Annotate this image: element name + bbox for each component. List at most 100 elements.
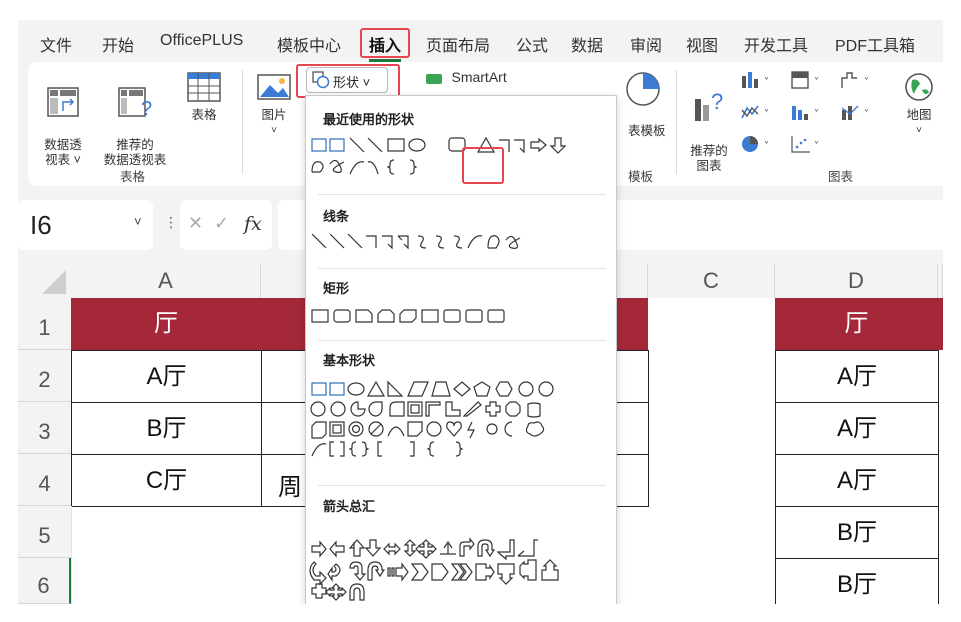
bar-chart-button[interactable]: ˅ bbox=[790, 102, 824, 127]
tab-template-center[interactable]: 模板中心 bbox=[277, 32, 341, 56]
hierarchy-chart-button[interactable]: ˅ bbox=[790, 70, 824, 95]
cell-d2[interactable]: A厅 bbox=[775, 350, 939, 403]
elbow-double-arrow-icon bbox=[397, 235, 409, 250]
column-header-c[interactable]: C bbox=[648, 264, 775, 298]
recommended-pivot-label: 推荐的 数据透视表 bbox=[103, 138, 167, 167]
down-arrow-icon bbox=[549, 137, 567, 154]
chevron-down-icon: ˅ bbox=[271, 125, 277, 136]
group-label-charts: 图表 bbox=[828, 170, 854, 184]
svg-text:˅: ˅ bbox=[864, 108, 869, 120]
pie-chart-button[interactable]: ˅ bbox=[740, 134, 774, 159]
ribbon-separator bbox=[676, 70, 677, 174]
row-header-1[interactable]: 1 bbox=[18, 298, 71, 350]
line-icon bbox=[311, 233, 327, 249]
insert-function-icon[interactable]: fx bbox=[244, 213, 262, 235]
tab-home[interactable]: 开始 bbox=[102, 32, 134, 56]
recommended-charts-button[interactable]: ? 推荐的 图表 bbox=[684, 70, 734, 174]
column-header-e[interactable] bbox=[938, 264, 943, 298]
map-button[interactable]: 地图 ˅ bbox=[894, 70, 943, 138]
shapes-dropdown-menu: 最近使用的形状 线条 矩形 基本形状 箭头总汇 bbox=[305, 95, 617, 604]
cell-d1[interactable]: 厅 bbox=[775, 298, 943, 350]
select-all-corner[interactable] bbox=[18, 264, 71, 298]
pie-template-icon bbox=[626, 72, 660, 106]
vertical-text-box-icon bbox=[329, 138, 345, 152]
freeform-icon bbox=[311, 161, 324, 173]
chart-template-label: 表模板 bbox=[628, 124, 666, 138]
row-header-3[interactable]: 3 bbox=[18, 402, 71, 454]
cell-d4[interactable]: A厅 bbox=[775, 454, 939, 507]
line-icon bbox=[349, 137, 365, 153]
formula-bar-grip-icon[interactable]: ⋮ bbox=[164, 214, 178, 231]
cell-a1[interactable]: 厅 bbox=[71, 298, 261, 350]
excel-window: 文件 开始 OfficePLUS 模板中心 插入 页面布局 公式 数据 审阅 视… bbox=[18, 20, 943, 604]
cell-b4-text: 周 bbox=[278, 474, 302, 501]
svg-text:˅: ˅ bbox=[764, 140, 769, 152]
tab-officeplus[interactable]: OfficePLUS bbox=[160, 32, 243, 50]
tab-page-layout[interactable]: 页面布局 bbox=[426, 32, 490, 56]
arrow-line-icon bbox=[367, 137, 383, 153]
pie-chart-icon: ˅ bbox=[742, 136, 769, 152]
smartart-button[interactable]: SmartArt bbox=[426, 70, 536, 86]
curved-double-arrow-icon bbox=[453, 235, 463, 249]
scribble-icon bbox=[505, 235, 521, 249]
snip-diagonal-rectangle-icon bbox=[399, 309, 417, 323]
scatter-chart-button[interactable]: ˅ bbox=[790, 134, 824, 159]
cell-a4[interactable]: C厅 bbox=[71, 454, 262, 507]
tab-data[interactable]: 数据 bbox=[571, 32, 603, 56]
pivot-table-label: 数据透 视表 ˅ bbox=[44, 138, 82, 167]
cell-a2[interactable]: A厅 bbox=[71, 350, 262, 403]
tab-review[interactable]: 审阅 bbox=[630, 32, 662, 56]
column-header-d[interactable]: D bbox=[775, 264, 938, 298]
enter-icon[interactable]: ✓ bbox=[214, 213, 229, 234]
svg-text:˅: ˅ bbox=[814, 140, 819, 152]
picture-icon bbox=[257, 74, 291, 100]
cell-d3[interactable]: A厅 bbox=[775, 402, 939, 455]
combo-chart-button[interactable]: ˅ bbox=[840, 102, 874, 127]
row-header-5[interactable]: 5 bbox=[18, 506, 71, 558]
elbow-arrow-icon bbox=[382, 235, 393, 250]
svg-text:?: ? bbox=[711, 89, 723, 114]
gridline bbox=[71, 506, 72, 604]
pivot-table-button[interactable]: 数据透 视表 ˅ bbox=[38, 70, 88, 168]
select-all-triangle-icon bbox=[42, 270, 66, 294]
line-chart-button[interactable]: ˅ bbox=[740, 102, 774, 127]
ribbon-separator bbox=[242, 70, 243, 174]
pictures-button[interactable]: 图片 ˅ bbox=[254, 70, 294, 138]
tab-pdf-tools[interactable]: PDF工具箱 bbox=[835, 32, 915, 56]
table-button[interactable]: 表格 bbox=[182, 70, 226, 123]
recommended-charts-label: 推荐的 图表 bbox=[690, 144, 728, 173]
globe-map-icon bbox=[905, 73, 933, 101]
tab-view[interactable]: 视图 bbox=[686, 32, 718, 56]
row-header-6[interactable]: 6 bbox=[18, 558, 71, 604]
recommended-pivot-button[interactable]: ? 推荐的 数据透视表 bbox=[98, 70, 172, 168]
cell-d6[interactable]: B厅 bbox=[775, 558, 939, 604]
name-box[interactable]: I6 ˅ bbox=[18, 200, 153, 250]
round-diagonal-rectangle-icon bbox=[487, 309, 505, 323]
curve-icon bbox=[467, 235, 483, 249]
table-label: 表格 bbox=[191, 108, 217, 122]
oval-icon bbox=[408, 138, 426, 152]
arc-icon bbox=[349, 161, 365, 175]
row-header-2[interactable]: 2 bbox=[18, 350, 71, 402]
cell-d5[interactable]: B厅 bbox=[775, 506, 939, 559]
tab-developer[interactable]: 开发工具 bbox=[744, 32, 808, 56]
chevron-down-icon[interactable]: ˅ bbox=[134, 214, 142, 229]
bar-chart-icon: ˅ bbox=[792, 106, 819, 120]
chart-template-button[interactable]: 表模板 bbox=[608, 70, 678, 138]
text-box-icon bbox=[311, 138, 327, 152]
scribble-icon bbox=[329, 159, 345, 173]
cell-a3[interactable]: B厅 bbox=[71, 402, 262, 455]
cancel-icon[interactable]: ✕ bbox=[188, 213, 203, 234]
tab-file[interactable]: 文件 bbox=[40, 32, 72, 56]
menu-tab-bar: 文件 开始 OfficePLUS 模板中心 插入 页面布局 公式 数据 审阅 视… bbox=[18, 20, 943, 62]
tab-formulas[interactable]: 公式 bbox=[516, 32, 548, 56]
row-header-4[interactable]: 4 bbox=[18, 454, 71, 506]
waterfall-chart-button[interactable]: ˅ bbox=[840, 70, 874, 95]
column-header-a[interactable]: A bbox=[71, 264, 261, 298]
elbow-connector-icon bbox=[366, 235, 377, 248]
group-label-template: 模板 bbox=[628, 170, 654, 184]
name-box-value: I6 bbox=[30, 210, 52, 240]
snip-round-rectangle-icon bbox=[421, 309, 439, 323]
arrow-line-icon bbox=[329, 233, 345, 249]
column-chart-button[interactable]: ˅ bbox=[740, 70, 774, 95]
